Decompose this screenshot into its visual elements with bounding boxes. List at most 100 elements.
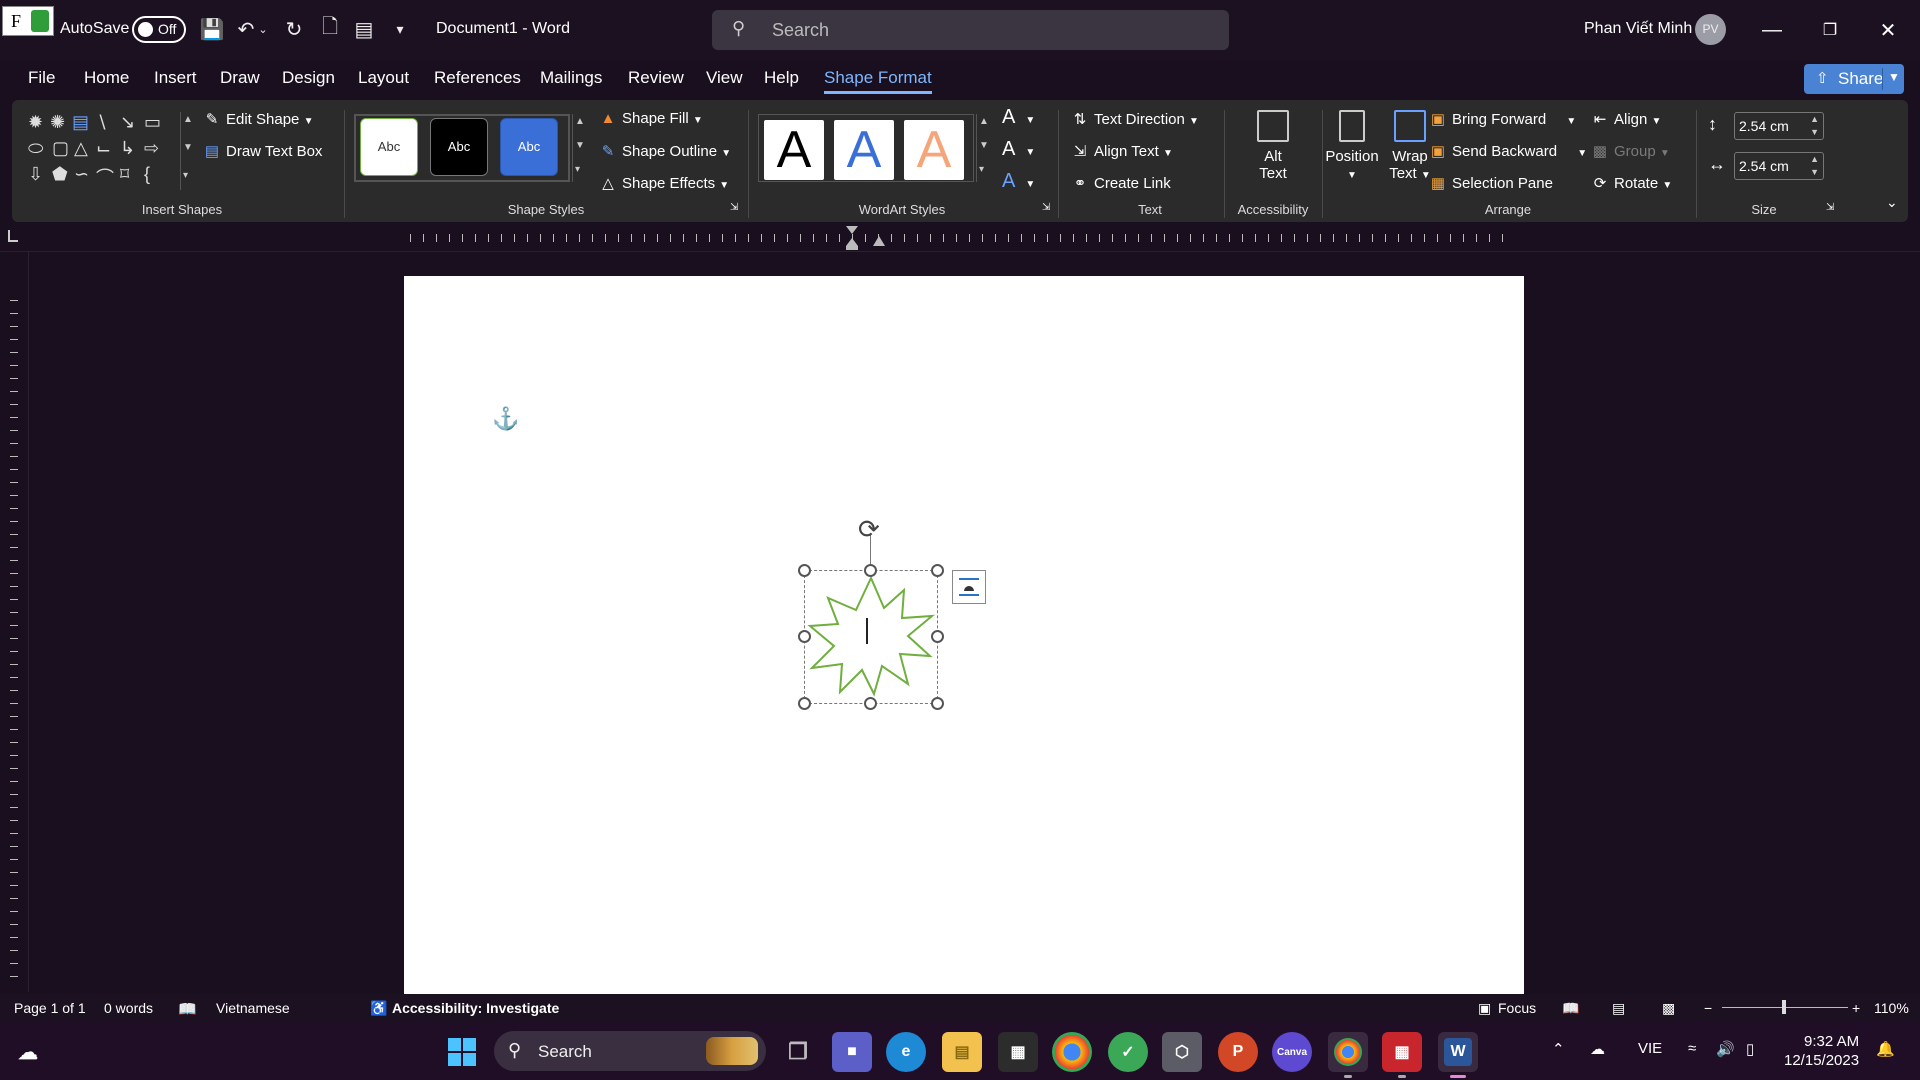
shape-styles-launcher-icon[interactable]: ⇲ [730,202,738,213]
shapes-gallery-scroll[interactable]: ▲ ▼ ▾ [180,112,194,190]
word-count[interactable]: 0 words [104,1000,153,1016]
word-icon[interactable]: W [1438,1032,1478,1078]
alt-text-button[interactable]: Alt Text [1236,110,1310,182]
onedrive-icon[interactable]: ☁ [1590,1040,1605,1058]
microsoft-store-icon[interactable]: ▦ [998,1032,1038,1072]
teams-icon[interactable]: ■ [832,1032,872,1072]
scroll-up-icon[interactable]: ▲ [979,116,989,127]
elbow-connector-shape-icon[interactable]: ⌙ [96,138,111,159]
edit-shape-button[interactable]: ✎ Edit Shape ▼ [202,110,314,128]
textbox-shape-icon[interactable]: ▤ [72,112,89,133]
weather-icon[interactable]: ☁ [8,1032,48,1072]
language-status[interactable]: Vietnamese [216,1000,290,1016]
user-name[interactable]: Phan Viết Minh [1584,20,1692,38]
shapes-gallery[interactable]: ✹ ✺ ▤ ∖ ↘ ▭ ⬭ ▢ △ ⌙ ↳ ⇨ ⇩ ⬟ ∽ ⌒ ⌑ { [26,112,180,192]
zoom-slider-thumb[interactable] [1782,1000,1786,1014]
wordart-style-blue[interactable]: A [834,120,894,180]
show-hidden-icons[interactable]: ⌃ [1552,1040,1565,1058]
document-page[interactable]: ⚓ ⟳ [404,276,1524,994]
read-mode-icon[interactable]: 📖 [1562,1000,1579,1017]
height-spinner-icon[interactable]: ▲ ▼ [1810,113,1819,139]
shape-fill-button[interactable]: ▲ Shape Fill ▼ [598,110,703,127]
close-icon[interactable]: ✕ [1868,12,1908,48]
rotate-button[interactable]: ⟳ Rotate ▼ [1590,174,1673,192]
start-button[interactable] [442,1032,482,1072]
undo-dropdown-icon[interactable]: ⌄ [256,14,270,44]
file-explorer-icon[interactable]: ▤ [942,1032,982,1072]
wordart-style-black[interactable]: A [764,120,824,180]
wordart-scroll[interactable]: ▲ ▼ ▾ [976,114,990,182]
horizontal-ruler[interactable] [0,224,1920,252]
avatar[interactable]: PV [1695,14,1726,45]
size-launcher-icon[interactable]: ⇲ [1826,202,1834,213]
text-fill-icon[interactable]: A ▼ [1002,106,1035,129]
tab-selector-icon[interactable] [8,230,18,242]
new-document-icon[interactable]: 🗋 [316,14,344,44]
indent-marker-icon[interactable] [845,226,859,250]
shape-style-outline[interactable]: Abc [360,118,418,176]
shape-height-field[interactable]: 2.54 cm ▲ ▼ [1734,112,1824,140]
print-layout-icon[interactable]: ▤ [1612,1000,1625,1017]
gallery-more-icon[interactable]: ▾ [183,170,188,181]
shape-style-black[interactable]: Abc [430,118,488,176]
draw-text-box-button[interactable]: ▤ Draw Text Box [202,142,323,160]
line-shape-icon[interactable]: ∖ [96,112,107,133]
network-app-icon[interactable]: ▦ [1382,1032,1422,1078]
curve-shape-icon[interactable]: ⌑ [120,164,129,185]
rectangle-shape-icon[interactable]: ▭ [144,112,161,133]
tab-layout[interactable]: Layout [358,68,409,88]
save-icon[interactable]: 💾 [198,14,226,44]
battery-icon[interactable]: ▯ [1746,1040,1754,1058]
layout-options-button[interactable] [952,570,986,604]
pentagon-shape-icon[interactable]: ⬟ [52,164,68,185]
scroll-down-icon[interactable]: ▼ [979,140,989,151]
send-backward-button[interactable]: ▣ Send Backward ▼ [1428,142,1587,160]
scroll-down-icon[interactable]: ▼ [575,140,585,151]
brace-shape-icon[interactable]: { [144,164,150,185]
resize-handle-tr[interactable] [931,564,944,577]
width-spinner-icon[interactable]: ▲ ▼ [1810,153,1819,179]
zoom-out-icon[interactable]: − [1704,1000,1712,1016]
tab-help[interactable]: Help [764,68,799,88]
unity-icon[interactable]: ⬡ [1162,1032,1202,1072]
arc-shape-icon[interactable]: ⌒ [96,164,114,190]
tab-view[interactable]: View [706,68,743,88]
shape-style-blue[interactable]: Abc [500,118,558,176]
redo-icon[interactable]: ↻ [280,14,308,44]
text-direction-button[interactable]: ⇅ Text Direction ▼ [1070,110,1199,128]
resize-handle-br[interactable] [931,697,944,710]
tab-mailings[interactable]: Mailings [540,68,602,88]
selection-pane-button[interactable]: ▦ Selection Pane [1428,174,1553,192]
app-icon[interactable]: F [2,6,54,36]
scroll-up-icon[interactable]: ▲ [575,116,585,127]
autosave-toggle[interactable]: Off [132,16,186,43]
customize-toolbar-icon[interactable]: ▾ [386,14,414,44]
page-count[interactable]: Page 1 of 1 [14,1000,86,1016]
gallery-more-icon[interactable]: ▾ [575,164,580,175]
volume-icon[interactable]: 🔊 [1716,1040,1735,1058]
text-effects-icon[interactable]: A ▼ [1002,170,1035,193]
tab-design[interactable]: Design [282,68,335,88]
chrome-icon[interactable] [1052,1032,1092,1072]
wifi-icon[interactable]: ≈ [1688,1040,1696,1057]
resize-handle-l[interactable] [798,630,811,643]
resize-handle-bl[interactable] [798,697,811,710]
resize-handle-t[interactable] [864,564,877,577]
taskbar-search[interactable]: ⚲ Search [494,1031,766,1071]
group-button[interactable]: ▩ Group ▼ [1590,142,1670,160]
rounded-rect-shape-icon[interactable]: ▢ [52,138,69,159]
vertical-ruler[interactable] [10,300,18,980]
powerpoint-icon[interactable]: P [1218,1032,1258,1072]
align-text-button[interactable]: ⇲ Align Text ▼ [1070,142,1173,160]
shape-styles-scroll[interactable]: ▲ ▼ ▾ [572,114,586,182]
text-outline-icon[interactable]: A ▼ [1002,138,1035,161]
zoom-level[interactable]: 110% [1874,1000,1909,1016]
create-link-button[interactable]: ⚭ Create Link [1070,174,1171,192]
search-box[interactable]: ⚲ Search [712,10,1229,50]
resize-handle-b[interactable] [864,697,877,710]
triangle-shape-icon[interactable]: △ [74,138,88,159]
explosion-shape-icon[interactable]: ✹ [28,112,43,133]
right-indent-icon[interactable] [872,236,886,248]
resize-handle-r[interactable] [931,630,944,643]
tab-file[interactable]: File [28,68,55,88]
